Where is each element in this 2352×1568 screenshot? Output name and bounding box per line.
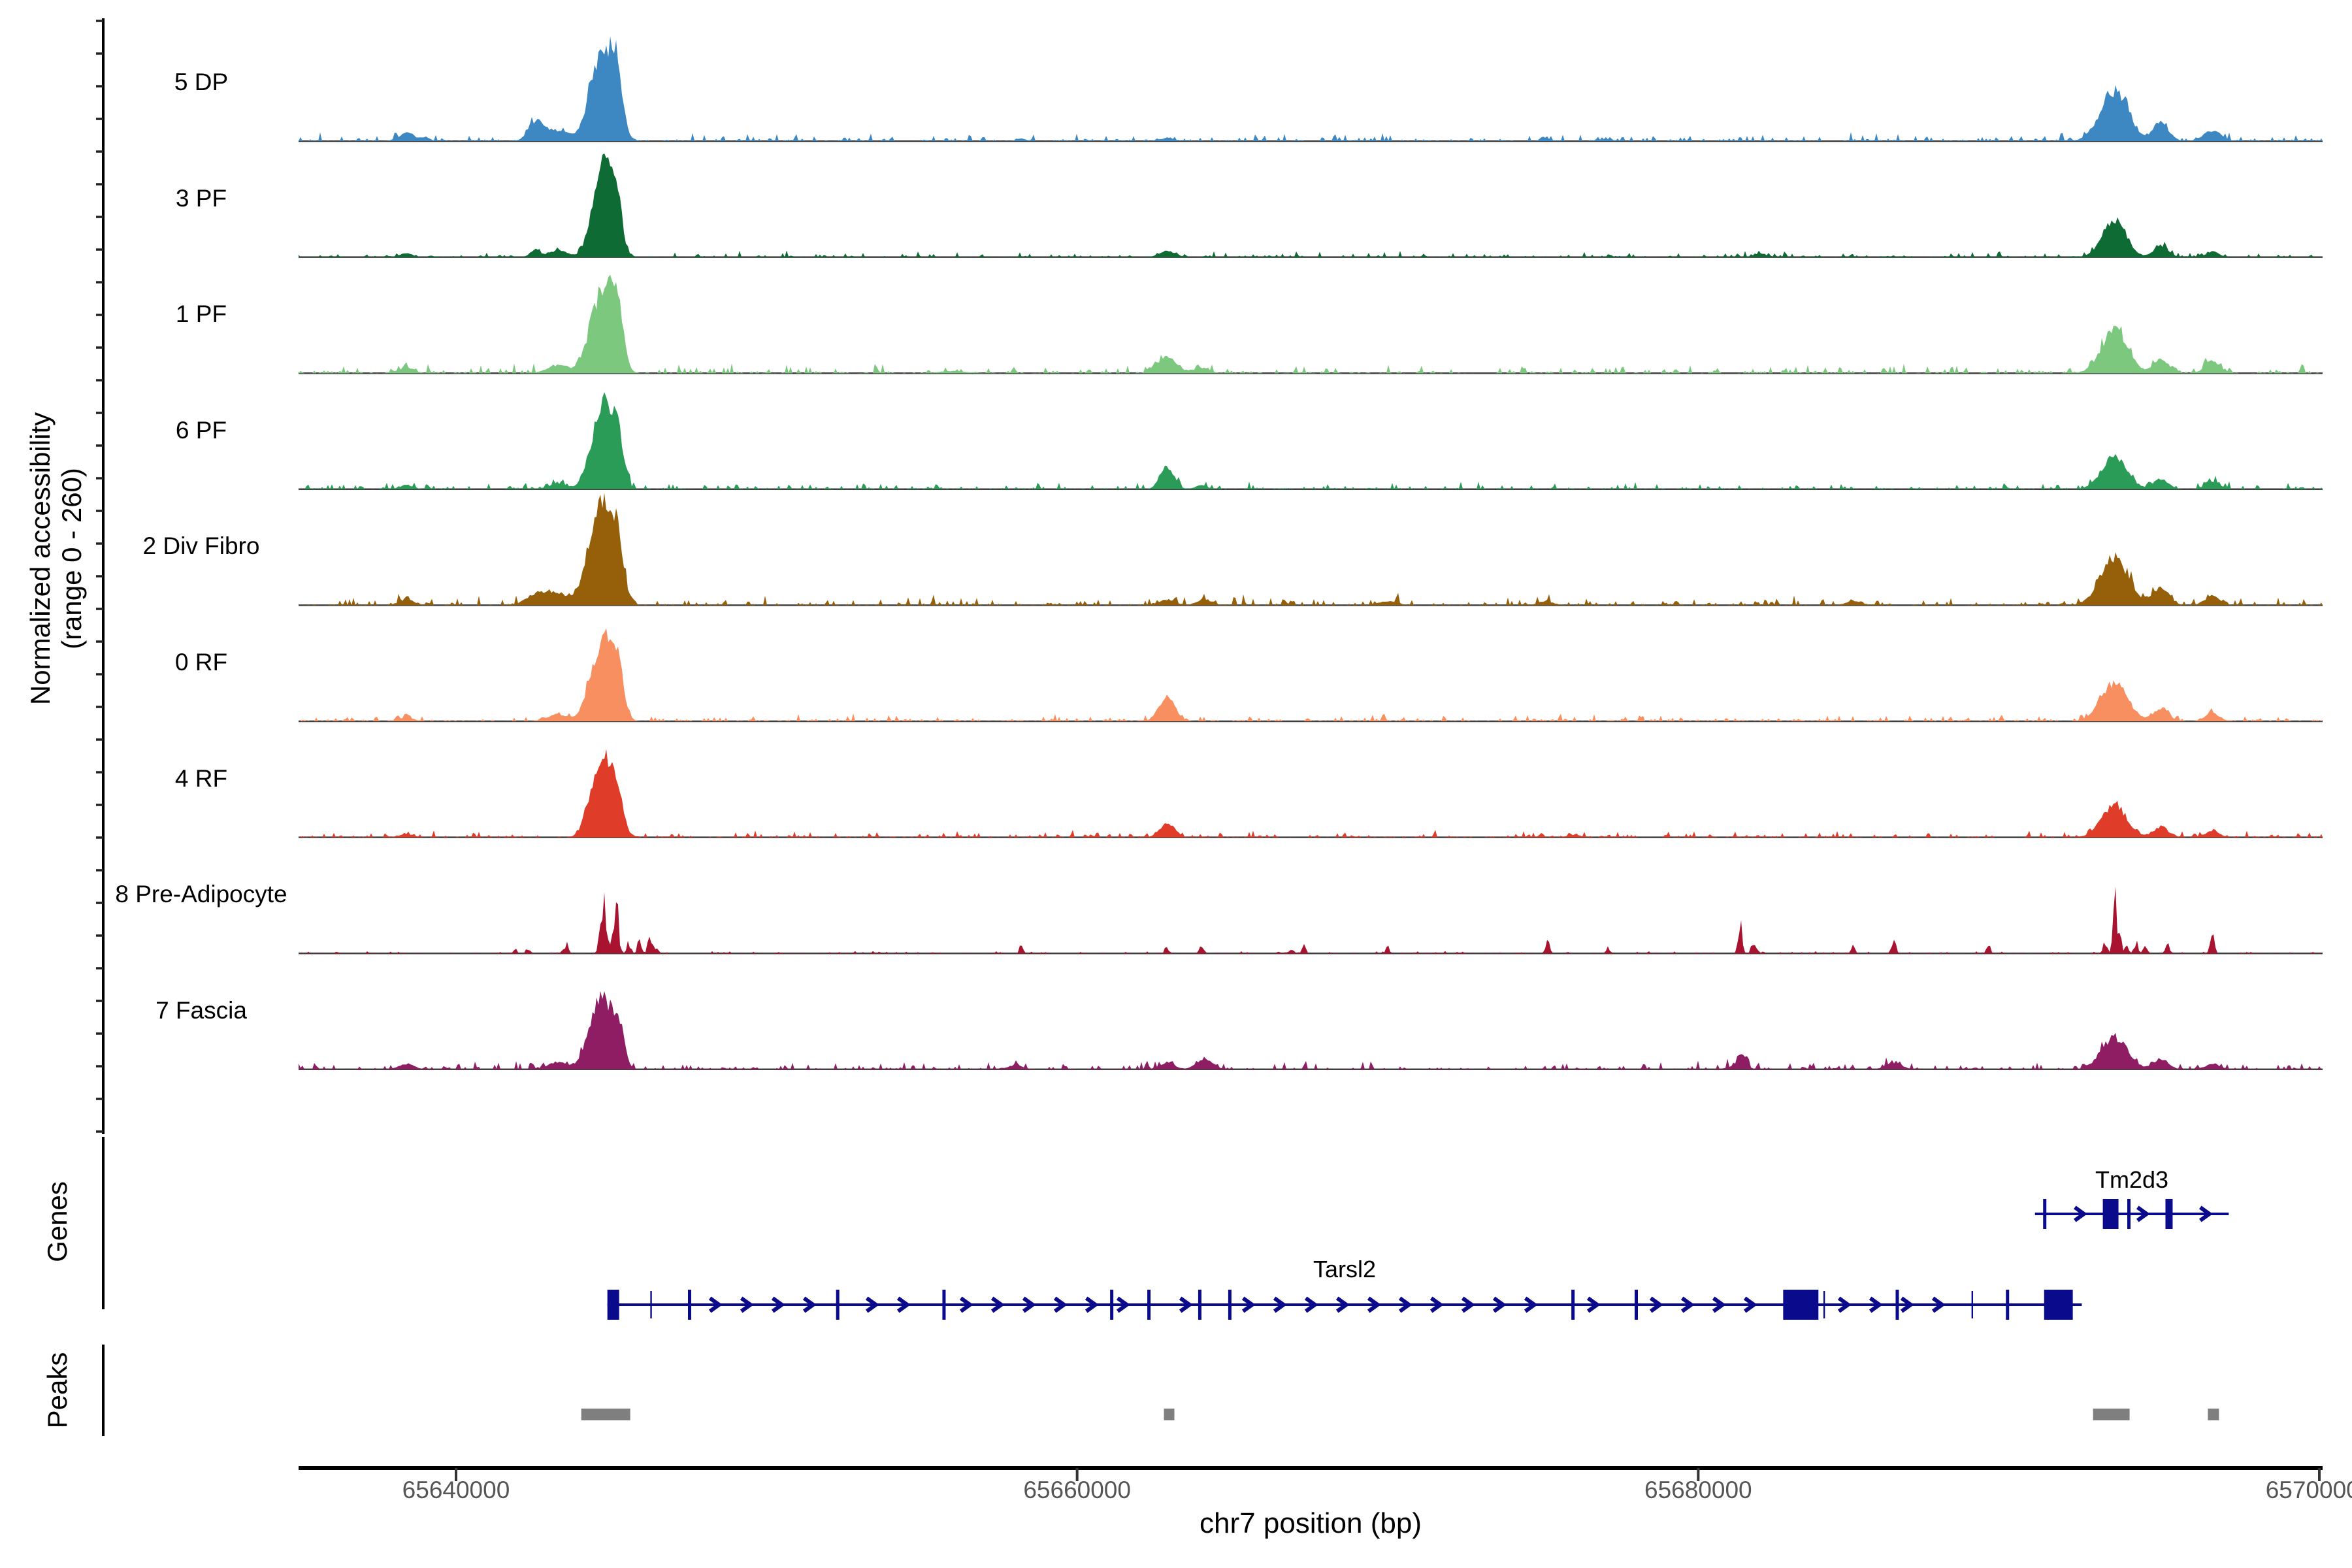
coverage-track-2-div-fibro (299, 493, 2323, 605)
peak-region-box (1164, 1409, 1175, 1420)
gene-model-tarsl2 (608, 1290, 2082, 1320)
plot-canvas (0, 0, 2352, 1568)
peak-region-box (2093, 1409, 2130, 1420)
coverage-track-3-pf (299, 154, 2323, 257)
coverage-track-7-fascia (299, 991, 2323, 1070)
x-axis-tick-label: 65700000 (2266, 1477, 2352, 1504)
track-label: 6 PF (176, 417, 227, 444)
gene-name-label: Tm2d3 (2095, 1166, 2168, 1194)
x-axis-tick-label: 65680000 (1644, 1477, 1752, 1504)
coverage-plot-figure: Normalized accessibility (range 0 - 260)… (0, 0, 2352, 1568)
track-label: 1 PF (176, 301, 227, 328)
coverage-track-6-pf (299, 392, 2323, 489)
track-label: 2 Div Fibro (143, 532, 260, 560)
track-label: 0 RF (175, 649, 227, 676)
x-axis-tick-label: 65660000 (1023, 1477, 1131, 1504)
track-label: 5 DP (174, 69, 228, 96)
peak-region-box (581, 1409, 630, 1420)
coverage-track-8-pre-adipocyte (299, 887, 2323, 953)
track-label: 7 Fascia (155, 997, 247, 1024)
coverage-track-4-rf (299, 749, 2323, 837)
coverage-track-1-pf (299, 275, 2323, 374)
peak-region-box (2208, 1409, 2219, 1420)
coverage-track-0-rf (299, 629, 2323, 722)
peaks-panel-label: Peaks (42, 1352, 73, 1429)
track-label: 8 Pre-Adipocyte (115, 881, 287, 908)
gene-name-label: Tarsl2 (1313, 1256, 1376, 1283)
genes-panel-label: Genes (42, 1181, 73, 1262)
gene-model-tm2d3 (2035, 1199, 2229, 1229)
coverage-track-5-dp (299, 37, 2323, 142)
x-axis-tick-label: 65640000 (402, 1477, 510, 1504)
y-axis-title: Normalized accessibility (25, 412, 56, 705)
y-axis-title-range: (range 0 - 260) (56, 468, 88, 649)
track-label: 3 PF (176, 185, 227, 212)
x-axis-title: chr7 position (bp) (1200, 1507, 1422, 1540)
track-label: 4 RF (175, 765, 227, 792)
